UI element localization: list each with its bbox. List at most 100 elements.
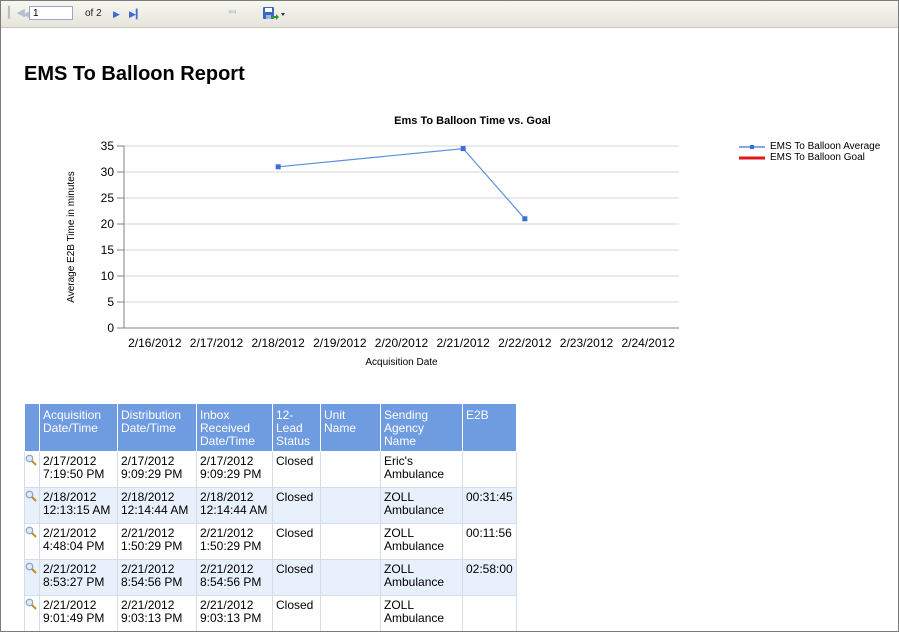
magnifier-icon[interactable]: [25, 562, 37, 574]
dist-time: 12:14:44 AM: [121, 503, 189, 517]
acq-time: 8:53:27 PM: [43, 575, 105, 589]
status-cell: Closed: [272, 451, 321, 488]
column-header[interactable]: Inbox Received Date/Time: [196, 403, 273, 452]
agency-name-line2: Ambulance: [384, 611, 445, 625]
unit-name-cell: [320, 487, 381, 524]
y-tick-label: 25: [101, 191, 115, 205]
column-header[interactable]: Unit Name: [320, 403, 381, 452]
inbox-received-cell: 2/21/2012 9:03:13 PM: [196, 595, 273, 631]
magnifier-icon[interactable]: [25, 598, 37, 610]
dist-time: 9:09:29 PM: [121, 467, 183, 481]
data-point-marker: [460, 146, 466, 152]
acq-time: 12:13:15 AM: [43, 503, 111, 517]
column-header[interactable]: Distribution Date/Time: [117, 403, 197, 452]
inbox-received-cell: 2/18/2012 12:14:44 AM: [196, 487, 273, 524]
series-line-average: [278, 147, 526, 220]
y-tick-label: 30: [101, 165, 115, 179]
agency-name-line2: Ambulance: [384, 539, 445, 553]
inbox-time: 9:09:29 PM: [200, 467, 262, 481]
agency-cell: ZOLL Ambulance: [380, 595, 463, 631]
back-to-parent-icon[interactable]: ⤆: [228, 7, 236, 19]
page-number-input[interactable]: [29, 6, 73, 20]
x-tick-label: 2/23/2012: [560, 336, 614, 350]
inbox-time: 1:50:29 PM: [200, 539, 262, 553]
column-header[interactable]: Sending Agency Name: [380, 403, 463, 452]
row-detail-cell: [24, 595, 40, 631]
acq-time: 7:19:50 PM: [43, 467, 105, 481]
agency-name-line2: Ambulance: [384, 467, 445, 481]
magnifier-icon[interactable]: [25, 490, 37, 502]
x-axis-label: Acquisition Date: [365, 357, 438, 368]
inbox-received-cell: 2/17/2012 9:09:29 PM: [196, 451, 273, 488]
data-point-marker: [275, 164, 281, 170]
legend-item-average: EMS To Balloon Average: [739, 141, 880, 152]
row-detail-cell: [24, 559, 40, 596]
distribution-cell: 2/21/2012 9:03:13 PM: [117, 595, 197, 631]
e2b-cell: 00:31:45: [462, 487, 517, 524]
y-tick-label: 5: [107, 295, 114, 309]
agency-cell: ZOLL Ambulance: [380, 523, 463, 560]
row-detail-cell: [24, 487, 40, 524]
agency-cell: ZOLL Ambulance: [380, 487, 463, 524]
acq-time: 9:01:49 PM: [43, 611, 105, 625]
y-tick-label: 10: [101, 269, 115, 283]
unit-name-cell: [320, 595, 381, 631]
e2b-cell: [462, 595, 517, 631]
acquisition-cell: 2/21/2012 8:53:27 PM: [39, 559, 118, 596]
report-toolbar: ▎◀ ◀ of 2 ▶ ▶▎ ⤆: [1, 1, 898, 28]
legend-goal-swatch: [739, 156, 765, 159]
page-count-label: of 2: [85, 8, 102, 19]
x-tick-label: 2/20/2012: [375, 336, 429, 350]
y-tick-label: 20: [101, 217, 115, 231]
acquisition-cell: 2/17/2012 7:19:50 PM: [39, 451, 118, 488]
x-tick-label: 2/22/2012: [498, 336, 552, 350]
row-detail-cell: [24, 523, 40, 560]
acquisition-cell: 2/18/2012 12:13:15 AM: [39, 487, 118, 524]
status-cell: Closed: [272, 523, 321, 560]
x-tick-label: 2/17/2012: [190, 336, 244, 350]
data-point-marker: [522, 216, 528, 222]
y-axis-label: Average E2B Time in minutes: [66, 171, 77, 303]
row-detail-cell: [24, 451, 40, 488]
x-tick-label: 2/24/2012: [621, 336, 675, 350]
table-row: 2/21/2012 8:53:27 PM 2/21/2012 8:54:56 PM 2/…: [24, 559, 517, 596]
inbox-time: 12:14:44 AM: [200, 503, 268, 517]
e2b-cell: 02:58:00: [462, 559, 517, 596]
inbox-received-cell: 2/21/2012 1:50:29 PM: [196, 523, 273, 560]
legend-average-swatch: [739, 144, 765, 149]
next-page-icon[interactable]: ▶: [113, 8, 120, 20]
magnifier-icon[interactable]: [25, 526, 37, 538]
table-header-row: Acquisition Date/Time Distribution Date/…: [24, 403, 517, 452]
report-title: EMS To Balloon Report: [24, 63, 245, 85]
column-header[interactable]: 12-Lead Status: [272, 403, 321, 452]
distribution-cell: 2/21/2012 8:54:56 PM: [117, 559, 197, 596]
unit-name-cell: [320, 523, 381, 560]
legend-goal-label: EMS To Balloon Goal: [770, 152, 865, 163]
unit-name-cell: [320, 559, 381, 596]
last-page-icon[interactable]: ▶▎: [129, 8, 143, 20]
e2b-cell: 00:11:56: [462, 523, 517, 560]
acquisition-cell: 2/21/2012 9:01:49 PM: [39, 595, 118, 631]
table-row: 2/18/2012 12:13:15 AM 2/18/2012 12:14:44 AM…: [24, 487, 517, 524]
column-header[interactable]: E2B: [462, 403, 517, 452]
legend-average-label: EMS To Balloon Average: [770, 141, 881, 152]
x-tick-label: 2/16/2012: [128, 336, 182, 350]
legend-item-goal: EMS To Balloon Goal: [739, 152, 880, 163]
header-icon-column: [24, 403, 40, 452]
e2b-line-chart: 0 5 10 15 20 25 30 35 2/16/2012 2/17/2012 2/18/201…: [66, 139, 679, 368]
column-header[interactable]: Acquisition Date/Time: [39, 403, 118, 452]
agency-cell: ZOLL Ambulance: [380, 559, 463, 596]
status-cell: Closed: [272, 559, 321, 596]
e2b-data-table: Acquisition Date/Time Distribution Date/…: [24, 403, 517, 631]
y-tick-label: 15: [101, 243, 115, 257]
table-row: 2/21/2012 4:48:04 PM 2/21/2012 1:50:29 PM 2/…: [24, 523, 517, 560]
x-tick-label: 2/18/2012: [251, 336, 305, 350]
export-save-icon[interactable]: [262, 6, 286, 22]
acquisition-cell: 2/21/2012 4:48:04 PM: [39, 523, 118, 560]
status-cell: Closed: [272, 487, 321, 524]
y-tick-label: 35: [101, 139, 115, 153]
report-viewer: ▎◀ ◀ of 2 ▶ ▶▎ ⤆ EMS To Balloon Report E…: [0, 0, 899, 632]
y-tick-label: 0: [107, 321, 114, 335]
magnifier-icon[interactable]: [25, 454, 37, 466]
unit-name-cell: [320, 451, 381, 488]
